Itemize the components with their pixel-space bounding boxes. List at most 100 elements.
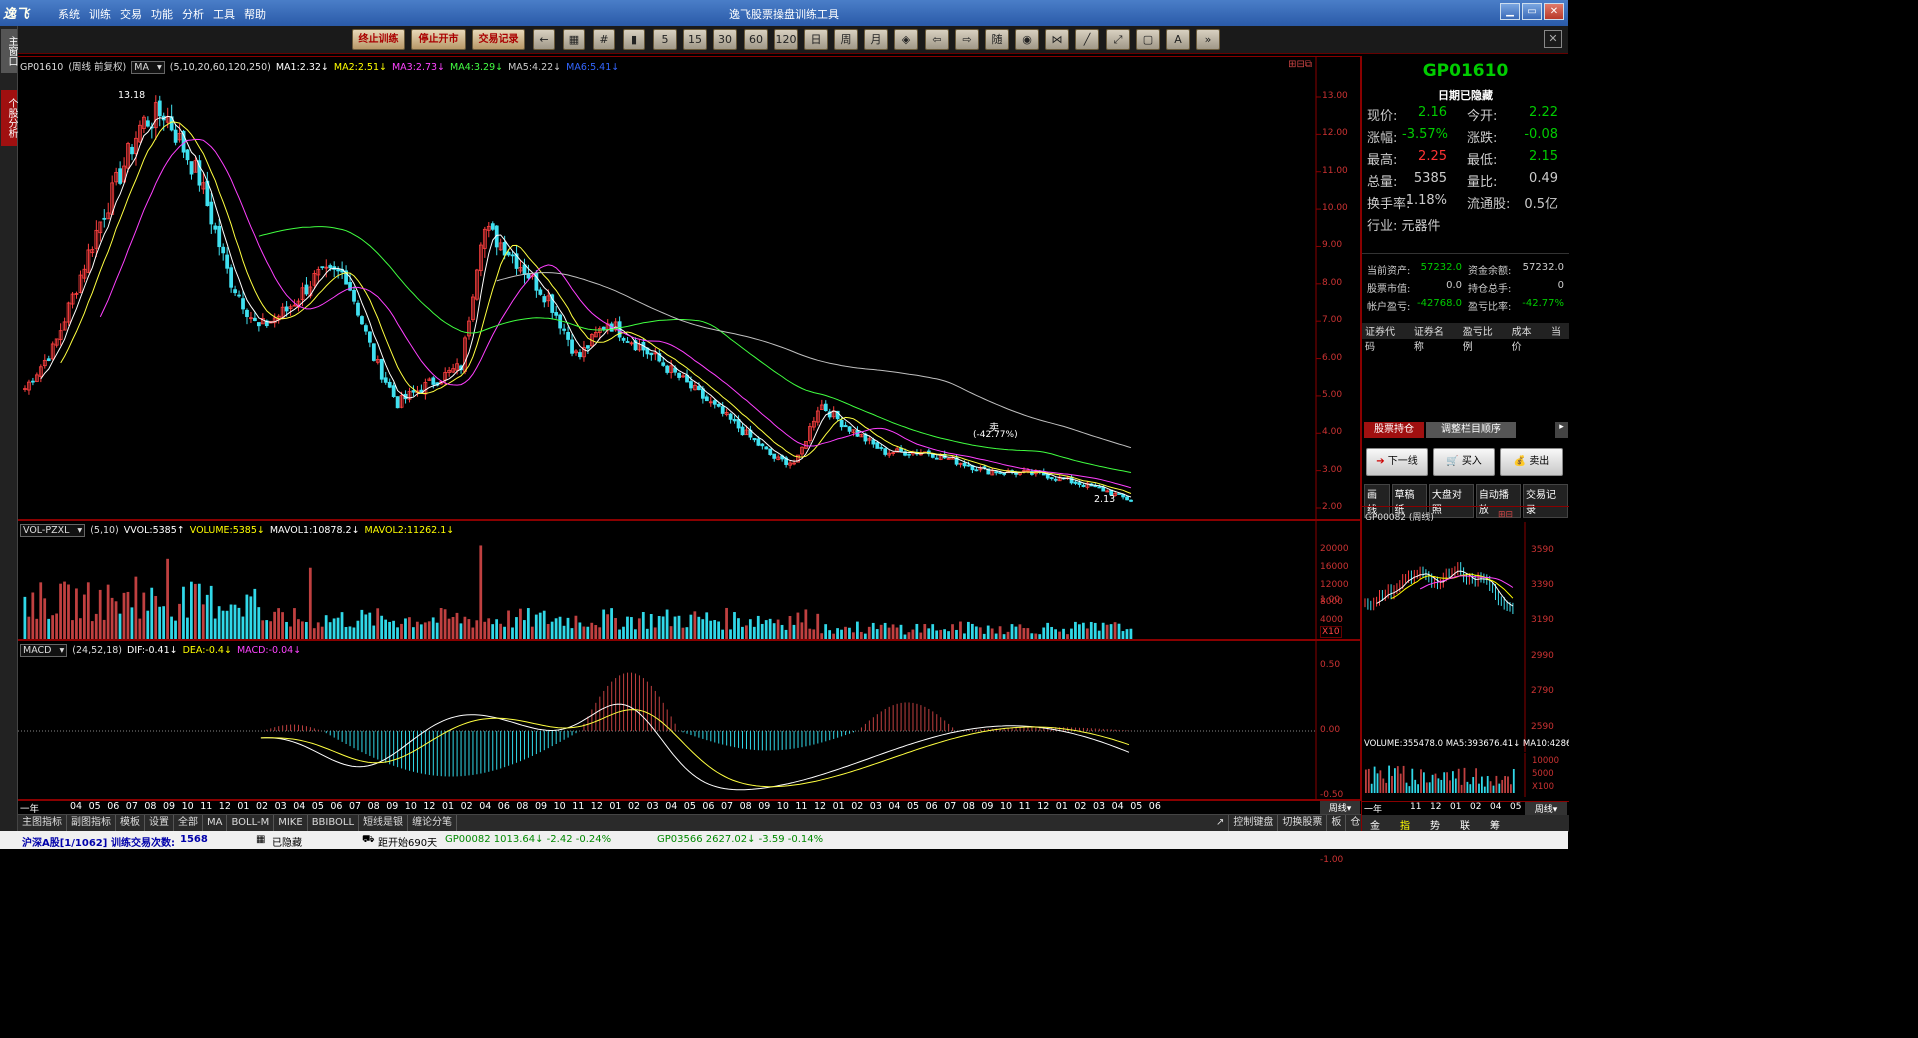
rect-tool-icon[interactable]: ▢ [1136, 29, 1160, 50]
volume-bar [443, 609, 447, 639]
random-button[interactable]: 随 [985, 29, 1009, 50]
macd-chart-panel[interactable]: MACD ▾ (24,52,18) DIF:-0.41↓ DEA:-0.4↓ MACD:… [18, 595, 1361, 865]
candle-icon[interactable]: ▮ [623, 29, 645, 50]
tool-button-2[interactable]: 大盘对照 [1428, 484, 1474, 518]
bottom-tab-0[interactable]: 主图指标 [18, 815, 67, 831]
stop-training-button[interactable]: 终止训练 [352, 29, 405, 50]
next-icon[interactable]: ⇨ [955, 29, 979, 50]
bottom-tab-8[interactable]: BBIBOLL [308, 815, 360, 831]
tab-holdings[interactable]: 股票持仓 [1364, 422, 1424, 438]
period-button-4[interactable]: 120 [774, 29, 798, 50]
mini-tab-3[interactable]: 联 [1460, 817, 1470, 832]
eye-icon[interactable]: ◉ [1015, 29, 1039, 50]
trade-records-button[interactable]: 交易记录 [472, 29, 525, 50]
mini-tab-4[interactable]: 筹 [1490, 817, 1500, 832]
holdings-col-1[interactable]: 证券名称 [1414, 323, 1452, 353]
bottom-tab-4[interactable]: 全部 [174, 815, 203, 831]
mirror-icon[interactable]: ⋈ [1045, 29, 1069, 50]
volume-bar [673, 616, 677, 639]
volume-bar [205, 594, 209, 639]
menu-item-5[interactable]: 工具 [213, 6, 235, 22]
menu-item-1[interactable]: 训练 [89, 6, 111, 22]
month-label: 05 [88, 801, 101, 812]
mini-tab-2[interactable]: 势 [1430, 817, 1440, 832]
mini-price-tick: 3190 [1531, 615, 1554, 626]
menu-item-6[interactable]: 帮助 [244, 6, 266, 22]
tool-button-4[interactable]: 交易记录 [1522, 484, 1569, 518]
grid-icon[interactable]: ▦ [563, 29, 585, 50]
prev-icon[interactable]: ⇦ [925, 29, 949, 50]
menu-item-4[interactable]: 分析 [182, 6, 204, 22]
buy-button[interactable]: 🛒 买入 [1433, 448, 1495, 476]
bottom-right-tab-1[interactable]: 切换股票 [1278, 815, 1328, 831]
bottom-tab-10[interactable]: 缠论分笔 [408, 815, 458, 831]
close-icon[interactable]: ✕ [1544, 3, 1564, 20]
stock-analysis-tab[interactable]: 个股分析 [1, 90, 17, 146]
ray-tool-icon[interactable]: ⤢ [1106, 29, 1130, 50]
volume-bar [253, 588, 257, 639]
ma2-line [60, 121, 1132, 494]
back-arrow-icon[interactable]: ← [533, 29, 555, 50]
hash-icon[interactable]: # [593, 29, 615, 50]
mini-tab-0[interactable]: 金 [1370, 817, 1380, 832]
bottom-tab-7[interactable]: MIKE [274, 815, 308, 831]
volume-bar [856, 621, 859, 639]
days-since-start: 距开始690天 [378, 838, 438, 849]
tab-adjust-columns[interactable]: 调整栏目顺序 [1426, 422, 1516, 438]
period-button-7[interactable]: 月 [864, 29, 888, 50]
price-chart-panel[interactable]: GP01610 (周线 前复权) MA ▾ (5,10,20,60,120,250) M… [18, 56, 1361, 521]
lookback-icon[interactable]: ◈ [894, 29, 918, 50]
period-button-5[interactable]: 日 [804, 29, 828, 50]
volume-bar [301, 621, 304, 639]
down-candle [704, 396, 709, 402]
holdings-col-0[interactable]: 证券代码 [1365, 323, 1403, 353]
trade-count: 1568 [180, 834, 208, 845]
main-window-tab[interactable]: 主窗口 [1, 29, 17, 73]
mini-tab-1[interactable]: 指 [1400, 817, 1410, 832]
next-line-button[interactable]: ➔ 下一线 [1366, 448, 1428, 476]
bottom-tab-1[interactable]: 副图指标 [67, 815, 116, 831]
line-tool-icon[interactable]: ╱ [1075, 29, 1099, 50]
stop-open-button[interactable]: 停止开市 [411, 29, 466, 50]
volume-bar [134, 576, 138, 639]
period-button-1[interactable]: 15 [683, 29, 707, 50]
bottom-tab-9[interactable]: 短线是银 [359, 815, 409, 831]
mini-chart-icons[interactable]: ⊞⊟ [1498, 510, 1513, 520]
period-select[interactable]: 周线▾ [1320, 801, 1360, 814]
menu-item-3[interactable]: 功能 [151, 6, 173, 22]
holdings-col-2[interactable]: 盈亏比例 [1463, 323, 1501, 353]
text-tool-button[interactable]: A [1166, 29, 1190, 50]
volume-bar [1002, 634, 1006, 639]
quote-value: 0.49 [1529, 171, 1558, 186]
volume-chart-panel[interactable]: VOL-PZXL ▾ (5,10) VVOL:5385↑ VOLUME:5385↓ MA… [18, 520, 1361, 641]
mini-period-select[interactable]: 周线▾ [1525, 802, 1567, 815]
period-button-3[interactable]: 60 [744, 29, 768, 50]
bottom-right-tab-2[interactable]: 板 [1327, 815, 1347, 831]
menu-item-2[interactable]: 交易 [120, 6, 142, 22]
holdings-col-4[interactable]: 当 [1551, 323, 1561, 339]
pin-icon[interactable]: ↗ [1212, 815, 1230, 831]
scroll-right-icon[interactable]: ▸ [1555, 422, 1568, 438]
volume-bar [511, 627, 514, 639]
sell-button[interactable]: 💰 卖出 [1500, 448, 1563, 476]
down-candle [689, 381, 693, 389]
mini-volume-bar [1440, 779, 1443, 793]
bottom-tab-5[interactable]: MA [203, 815, 228, 831]
volume-bar [717, 621, 721, 639]
period-button-6[interactable]: 周 [834, 29, 858, 50]
maximize-icon[interactable]: ▭ [1522, 3, 1542, 20]
bottom-tab-6[interactable]: BOLL-M [227, 815, 275, 831]
period-button-0[interactable]: 5 [653, 29, 677, 50]
month-label: 06 [497, 801, 510, 812]
volume-bar [780, 624, 784, 639]
bottom-tab-3[interactable]: 设置 [145, 815, 174, 831]
period-button-2[interactable]: 30 [713, 29, 737, 50]
menu-item-0[interactable]: 系统 [58, 6, 80, 22]
volume-bar [190, 581, 193, 639]
minimize-icon[interactable]: ▁ [1500, 3, 1520, 20]
bottom-tab-2[interactable]: 模板 [116, 815, 145, 831]
holdings-col-3[interactable]: 成本价 [1512, 323, 1540, 353]
more-icon[interactable]: » [1196, 29, 1220, 50]
panel-close-icon[interactable]: ✕ [1544, 30, 1562, 48]
bottom-right-tab-0[interactable]: 控制键盘 [1229, 815, 1279, 831]
